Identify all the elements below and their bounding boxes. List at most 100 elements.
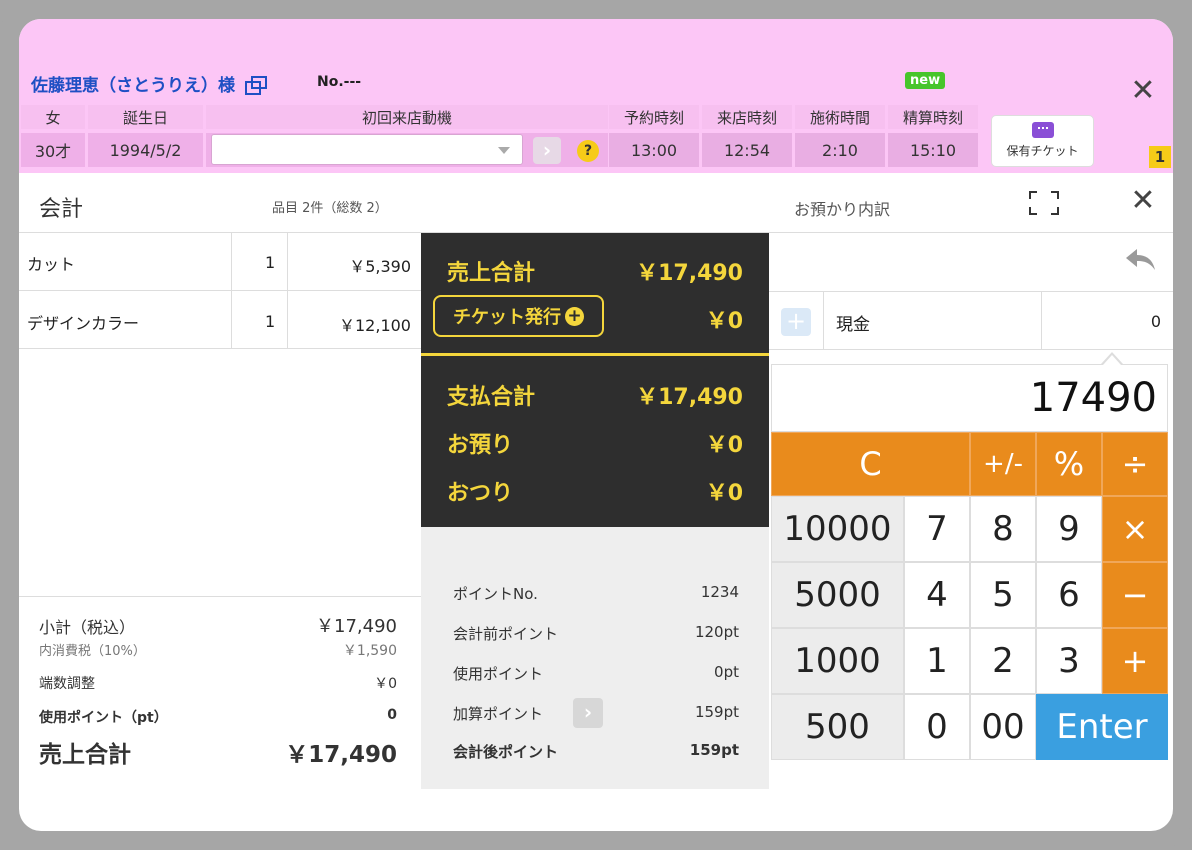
points-used-label: 使用ポイント (453, 665, 544, 683)
key-6[interactable]: 6 (1036, 562, 1102, 628)
item-price[interactable]: ￥12,100 (309, 312, 411, 336)
undo-icon[interactable] (1123, 246, 1159, 272)
payment-total-label: 支払合計 (447, 385, 536, 410)
totals-panel: 売上合計 ￥17,490 チケット発行 + ￥0 支払合計 ￥17,490 お預… (421, 233, 769, 527)
key-1000[interactable]: 1000 (771, 628, 904, 694)
key-minus[interactable]: − (1102, 562, 1168, 628)
header-birthday: 誕生日 (88, 105, 203, 129)
key-5[interactable]: 5 (970, 562, 1036, 628)
key-1[interactable]: 1 (904, 628, 970, 694)
open-window-icon[interactable] (245, 75, 267, 95)
ticket-icon (1031, 122, 1054, 138)
key-enter[interactable]: Enter (1036, 694, 1168, 760)
subtotal-label: 小計（税込） (39, 618, 136, 637)
ticket-issue-button[interactable]: チケット発行 + (433, 295, 604, 337)
screen: 佐藤理恵（さとうりえ）様 No.--- new ✕ 女 誕生日 初回来店動機 予… (19, 19, 1173, 831)
point-no-label: ポイントNo. (453, 585, 538, 603)
sales-total-label: 売上合計 (447, 261, 536, 286)
divider (421, 353, 769, 356)
subtotal-value: ￥17,490 (316, 616, 397, 637)
key-clear[interactable]: C (771, 432, 970, 496)
points-before-value: 120pt (694, 623, 739, 641)
ticket-count-badge: 1 (1149, 146, 1171, 168)
key-4[interactable]: 4 (904, 562, 970, 628)
divider (1041, 292, 1042, 349)
key-500[interactable]: 500 (771, 694, 904, 760)
settle-time-value: 15:10 (888, 133, 978, 167)
divider (231, 233, 232, 349)
divider (19, 290, 421, 291)
key-00[interactable]: 00 (970, 694, 1036, 760)
visit-motive-select[interactable] (211, 134, 523, 165)
customer-number: No.--- (317, 74, 362, 90)
sales-total-label: 売上合計 (39, 742, 131, 768)
divider (19, 596, 421, 597)
change-label: おつり (447, 481, 514, 506)
key-multiply[interactable]: × (1102, 496, 1168, 562)
fullscreen-icon[interactable] (1029, 191, 1059, 215)
key-9[interactable]: 9 (1036, 496, 1102, 562)
key-percent[interactable]: % (1036, 432, 1102, 496)
points-after-value: 159pt (689, 741, 739, 759)
divider (769, 349, 1173, 350)
header-arrival-time: 来店時刻 (702, 105, 792, 129)
points-used-value: 0pt (714, 663, 739, 681)
sales-total-value: ￥17,490 (636, 261, 743, 286)
rounding-label: 端数調整 (39, 676, 95, 692)
customer-name[interactable]: 佐藤理恵（さとうりえ）様 (31, 71, 267, 96)
used-points-label: 使用ポイント（pt） (39, 710, 168, 726)
item-qty[interactable]: 1 (265, 253, 275, 272)
key-10000[interactable]: 10000 (771, 496, 904, 562)
key-7[interactable]: 7 (904, 496, 970, 562)
tax-value: ￥1,590 (342, 643, 397, 659)
payment-amount[interactable]: 0 (1049, 312, 1161, 331)
points-added-detail-button[interactable]: › (573, 698, 603, 728)
device-frame: 佐藤理恵（さとうりえ）様 No.--- new ✕ 女 誕生日 初回来店動機 予… (0, 0, 1192, 850)
ticket-issue-label: チケット発行 (453, 307, 561, 328)
divider (823, 292, 824, 349)
key-5000[interactable]: 5000 (771, 562, 904, 628)
help-icon[interactable]: ? (577, 140, 599, 162)
key-3[interactable]: 3 (1036, 628, 1102, 694)
key-8[interactable]: 8 (970, 496, 1036, 562)
item-name[interactable]: カット (27, 251, 75, 275)
reserve-time-value: 13:00 (609, 133, 699, 167)
close-checkout-icon[interactable]: ✕ (1129, 186, 1157, 216)
arrival-time-value: 12:54 (702, 133, 792, 167)
new-badge: new (905, 72, 946, 89)
divider (287, 233, 288, 349)
deposit-value: ￥0 (705, 433, 743, 458)
add-payment-button[interactable]: + (781, 308, 811, 336)
points-panel: ポイントNo. 1234 会計前ポイント 120pt 使用ポイント 0pt 加算… (421, 527, 769, 789)
payment-method-label[interactable]: 現金 (836, 310, 870, 335)
customer-name-text[interactable]: 佐藤理恵（さとうりえ）様 (31, 71, 235, 96)
rounding-value: ￥0 (374, 676, 397, 692)
close-customer-icon[interactable]: ✕ (1129, 76, 1157, 106)
payment-total-value: ￥17,490 (636, 385, 743, 410)
key-plus[interactable]: + (1102, 628, 1168, 694)
deposit-breakdown-title: お預かり内訳 (794, 200, 891, 219)
visit-motive-next-button[interactable]: › (533, 137, 561, 164)
item-price[interactable]: ￥5,390 (309, 253, 411, 277)
customer-birthday: 1994/5/2 (88, 133, 203, 167)
item-name[interactable]: デザインカラー (27, 310, 139, 334)
divider (19, 348, 421, 349)
customer-age: 30才 (21, 133, 85, 167)
keypad-display[interactable]: 17490 (771, 364, 1168, 432)
ticket-issue-value: ￥0 (705, 309, 743, 334)
change-value: ￥0 (705, 481, 743, 506)
header-treatment-time: 施術時間 (795, 105, 885, 129)
key-divide[interactable]: ÷ (1102, 432, 1168, 496)
key-sign[interactable]: +/- (970, 432, 1036, 496)
point-no-value: 1234 (700, 583, 739, 601)
display-pointer (1103, 355, 1121, 365)
key-0[interactable]: 0 (904, 694, 970, 760)
page-title: 会計 (39, 197, 84, 222)
item-qty[interactable]: 1 (265, 312, 275, 331)
tax-label: 内消費税（10%） (39, 644, 146, 659)
key-2[interactable]: 2 (970, 628, 1036, 694)
header-gender: 女 (21, 105, 85, 129)
owned-tickets-button[interactable]: 保有チケット (991, 115, 1094, 167)
sales-total-value: ￥17,490 (285, 742, 397, 768)
header-settle-time: 精算時刻 (888, 105, 978, 129)
